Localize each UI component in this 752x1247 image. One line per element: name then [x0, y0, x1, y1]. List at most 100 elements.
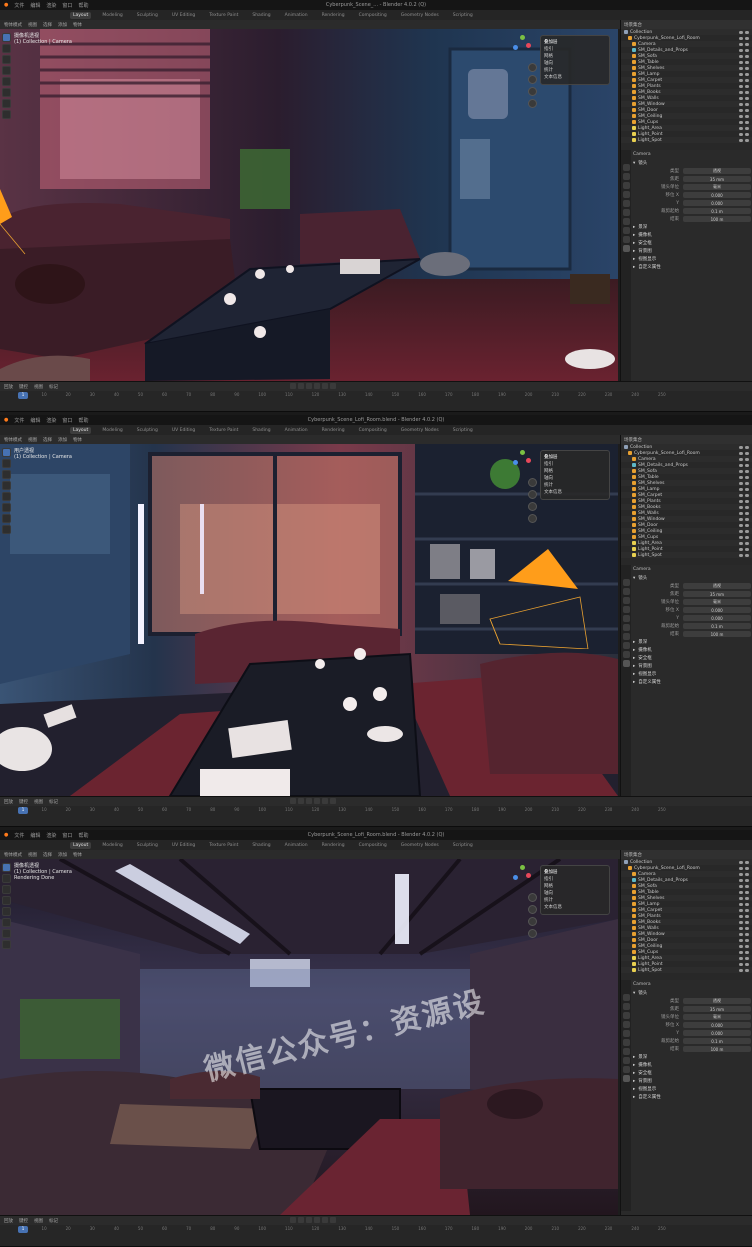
render-camera-icon[interactable]: [745, 956, 749, 960]
modifier-tab-icon[interactable]: [622, 1057, 630, 1064]
camera-object[interactable]: [0, 179, 30, 259]
rotate-tool-icon[interactable]: [2, 481, 11, 490]
render-tab-icon[interactable]: [622, 173, 630, 180]
menu-select[interactable]: 选择: [43, 22, 52, 28]
navigation-gizmo[interactable]: [508, 863, 534, 889]
z-axis-icon[interactable]: [513, 875, 518, 880]
visibility-eye-icon[interactable]: [739, 541, 743, 545]
render-camera-icon[interactable]: [745, 950, 749, 954]
render-camera-icon[interactable]: [745, 541, 749, 545]
visibility-eye-icon[interactable]: [739, 866, 743, 870]
frame-ruler[interactable]: 0102030405060708090100110120130140150160…: [0, 1226, 752, 1234]
render-camera-icon[interactable]: [745, 860, 749, 864]
visibility-eye-icon[interactable]: [739, 30, 743, 34]
tab-uv-editing[interactable]: UV Editing: [169, 427, 198, 434]
3d-viewport[interactable]: 微信公众号：资源设 摄像机透视 (1) Collection | Camera …: [0, 859, 618, 1215]
tool-tab-icon[interactable]: [622, 164, 630, 171]
select-box-tool-icon[interactable]: [2, 448, 11, 457]
visibility-eye-icon[interactable]: [739, 102, 743, 106]
timeline-keying-menu[interactable]: 键控: [19, 1218, 28, 1224]
tab-scripting[interactable]: Scripting: [450, 12, 476, 19]
visibility-eye-icon[interactable]: [739, 938, 743, 942]
property-field[interactable]: 毫米: [683, 599, 751, 605]
render-camera-icon[interactable]: [745, 908, 749, 912]
render-camera-icon[interactable]: [745, 102, 749, 106]
property-field[interactable]: 100 m: [683, 1046, 751, 1052]
render-camera-icon[interactable]: [745, 902, 749, 906]
property-field[interactable]: 透视: [683, 168, 751, 174]
world-tab-icon[interactable]: [622, 209, 630, 216]
render-camera-icon[interactable]: [745, 132, 749, 136]
tab-compositing[interactable]: Compositing: [356, 12, 390, 19]
section-collapsed[interactable]: ▸ 视图显示: [633, 255, 751, 263]
popup-item-grid[interactable]: 网格: [544, 883, 606, 890]
camera-data-tab-icon[interactable]: [622, 660, 630, 667]
render-camera-icon[interactable]: [745, 938, 749, 942]
pan-hand-icon[interactable]: [528, 75, 537, 84]
render-camera-icon[interactable]: [745, 475, 749, 479]
menu-render[interactable]: 渲染: [46, 417, 56, 424]
tab-geometry-nodes[interactable]: Geometry Nodes: [398, 12, 442, 19]
property-field[interactable]: 0.1 m: [683, 208, 751, 214]
jump-start-icon[interactable]: [290, 1217, 296, 1223]
visibility-eye-icon[interactable]: [739, 126, 743, 130]
timeline-view-menu[interactable]: 视图: [34, 1218, 43, 1224]
render-camera-icon[interactable]: [745, 469, 749, 473]
blender-logo-icon[interactable]: ●: [4, 832, 8, 839]
visibility-eye-icon[interactable]: [739, 72, 743, 76]
property-field[interactable]: 0.000: [683, 1022, 751, 1028]
render-camera-icon[interactable]: [745, 42, 749, 46]
3d-viewport[interactable]: 用户透视 (1) Collection | Camera 叠加层 指引 网格 轴…: [0, 444, 618, 796]
visibility-eye-icon[interactable]: [739, 902, 743, 906]
menu-file[interactable]: 文件: [14, 417, 24, 424]
y-axis-icon[interactable]: [520, 865, 525, 870]
x-axis-icon[interactable]: [526, 43, 531, 48]
popup-item-guides[interactable]: 指引: [544, 46, 606, 53]
tab-geometry-nodes[interactable]: Geometry Nodes: [398, 842, 442, 849]
render-camera-icon[interactable]: [745, 451, 749, 455]
menu-window[interactable]: 窗口: [62, 2, 72, 9]
output-tab-icon[interactable]: [622, 1012, 630, 1019]
property-field[interactable]: 100 m: [683, 216, 751, 222]
popup-item-grid[interactable]: 网格: [544, 53, 606, 60]
frame-ruler[interactable]: 0102030405060708090100110120130140150160…: [0, 392, 752, 400]
render-camera-icon[interactable]: [745, 511, 749, 515]
render-camera-icon[interactable]: [745, 30, 749, 34]
camera-view-icon[interactable]: [528, 917, 537, 926]
render-camera-icon[interactable]: [745, 108, 749, 112]
render-camera-icon[interactable]: [745, 36, 749, 40]
render-camera-icon[interactable]: [745, 493, 749, 497]
tab-texture-paint[interactable]: Texture Paint: [206, 842, 241, 849]
render-tab-icon[interactable]: [622, 1003, 630, 1010]
section-collapsed[interactable]: ▸ 视图显示: [633, 1085, 751, 1093]
visibility-eye-icon[interactable]: [739, 36, 743, 40]
z-axis-icon[interactable]: [513, 45, 518, 50]
camera-data-tab-icon[interactable]: [622, 1075, 630, 1082]
view-layer-tab-icon[interactable]: [622, 1021, 630, 1028]
y-axis-icon[interactable]: [520, 450, 525, 455]
menu-window[interactable]: 窗口: [62, 832, 72, 839]
visibility-eye-icon[interactable]: [739, 932, 743, 936]
render-tab-icon[interactable]: [622, 588, 630, 595]
jump-end-icon[interactable]: [330, 798, 336, 804]
popup-item-stats[interactable]: 统计: [544, 67, 606, 74]
menu-add[interactable]: 添加: [58, 852, 67, 858]
menu-select[interactable]: 选择: [43, 852, 52, 858]
visibility-eye-icon[interactable]: [739, 914, 743, 918]
object-tab-icon[interactable]: [622, 218, 630, 225]
tab-compositing[interactable]: Compositing: [356, 842, 390, 849]
visibility-eye-icon[interactable]: [739, 451, 743, 455]
tab-sculpting[interactable]: Sculpting: [134, 12, 161, 19]
visibility-eye-icon[interactable]: [739, 120, 743, 124]
move-tool-icon[interactable]: [2, 885, 11, 894]
play-icon[interactable]: [314, 1217, 320, 1223]
section-collapsed[interactable]: ▸ 自定义属性: [633, 1093, 751, 1101]
visibility-eye-icon[interactable]: [739, 553, 743, 557]
3d-viewport[interactable]: 摄像机透视 (1) Collection | Camera 叠加层 指引 网格 …: [0, 29, 618, 381]
move-tool-icon[interactable]: [2, 470, 11, 479]
property-field[interactable]: 毫米: [683, 184, 751, 190]
visibility-eye-icon[interactable]: [739, 66, 743, 70]
mode-select[interactable]: 物体模式: [4, 852, 22, 858]
section-collapsed[interactable]: ▸ 景深: [633, 1053, 751, 1061]
visibility-eye-icon[interactable]: [739, 860, 743, 864]
